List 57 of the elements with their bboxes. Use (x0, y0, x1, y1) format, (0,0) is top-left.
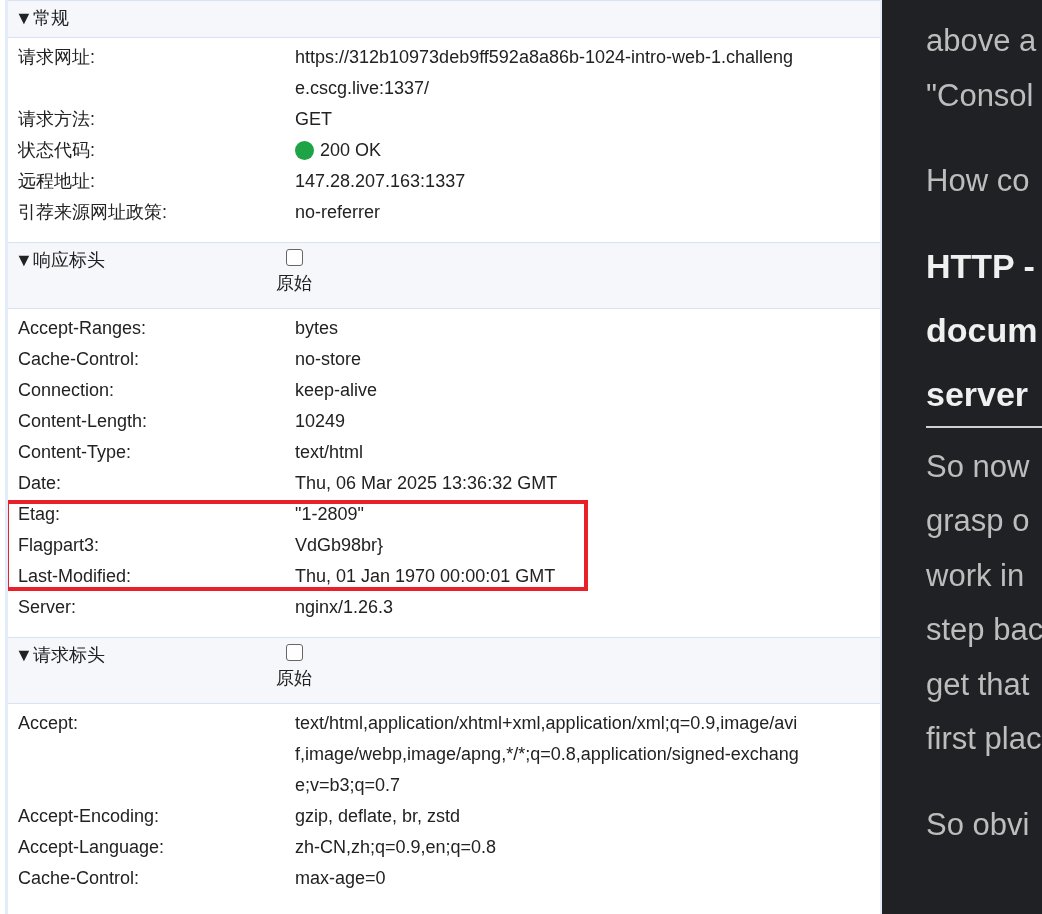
article-text: work in (926, 556, 1026, 595)
header-value: 200 OK (320, 139, 382, 162)
header-value: keep-alive (295, 379, 379, 402)
article-heading: docum (926, 309, 1039, 351)
raw-label: 原始 (276, 667, 312, 690)
header-name: Connection: (18, 379, 116, 402)
status-dot-icon (295, 141, 314, 160)
header-name: Etag: (18, 503, 62, 526)
header-value: nginx/1.26.3 (295, 596, 395, 619)
header-name: 请求网址: (18, 46, 96, 69)
header-name: Last-Modified: (18, 565, 133, 588)
header-name: Server: (18, 596, 78, 619)
article-text: So obvi (926, 805, 1031, 844)
header-value: bytes (295, 317, 340, 340)
section-header[interactable]: ▼请求标头 (8, 640, 274, 699)
article-heading: server (926, 373, 1030, 415)
header-name: Flagpart3: (18, 534, 101, 557)
article-text: grasp o (926, 502, 1031, 540)
header-value: GET (295, 108, 333, 131)
raw-checkbox[interactable] (285, 249, 303, 266)
header-name: 远程地址: (18, 170, 96, 193)
header-value: gzip, deflate, br, zstd (295, 805, 462, 828)
header-name: Date: (18, 472, 63, 495)
article-text: above a (926, 22, 1038, 60)
article-heading: HTTP - (926, 245, 1036, 287)
header-name: 状态代码: (18, 139, 96, 162)
header-name: Content-Type: (18, 441, 133, 464)
header-value: 147.28.207.163:1337 (295, 170, 467, 193)
header-name: Cache-Control: (18, 867, 141, 890)
header-name: Accept-Language: (18, 836, 166, 859)
article-text: get that (926, 665, 1031, 704)
header-value: VdGb98br} (295, 534, 385, 557)
header-name: Accept-Ranges: (18, 317, 148, 340)
header-name: Cache-Control: (18, 348, 141, 371)
article-text: How co (926, 162, 1031, 200)
header-name: Accept-Encoding: (18, 805, 161, 828)
raw-checkbox[interactable] (285, 644, 303, 661)
header-value: zh-CN,zh;q=0.9,en;q=0.8 (295, 836, 498, 859)
article-text: step bac (926, 611, 1042, 649)
header-value: Thu, 01 Jan 1970 00:00:01 GMT (295, 565, 557, 588)
header-name: Accept: (18, 712, 80, 735)
header-name: Content-Length: (18, 410, 149, 433)
header-name: 引荐来源网址政策: (18, 201, 168, 224)
header-value: "1-2809" (295, 503, 365, 526)
header-value: 10249 (295, 410, 347, 433)
header-value: Thu, 06 Mar 2025 13:36:32 GMT (295, 472, 559, 495)
article-text: first plac (926, 720, 1042, 758)
header-value: text/html (295, 441, 365, 464)
section-header[interactable]: ▼响应标头 (8, 245, 274, 304)
header-value: https://312b10973deb9ff592a8a86b-1024-intro-web-1.challenge.cscg.live:1337/ (295, 46, 795, 100)
article-text: "Consol (926, 76, 1035, 115)
raw-label: 原始 (276, 272, 312, 295)
header-name: 请求方法: (18, 108, 96, 131)
article-text: So now (926, 447, 1031, 486)
header-value: max-age=0 (295, 867, 387, 890)
header-value: no-referrer (295, 201, 382, 224)
header-value: no-store (295, 348, 363, 371)
